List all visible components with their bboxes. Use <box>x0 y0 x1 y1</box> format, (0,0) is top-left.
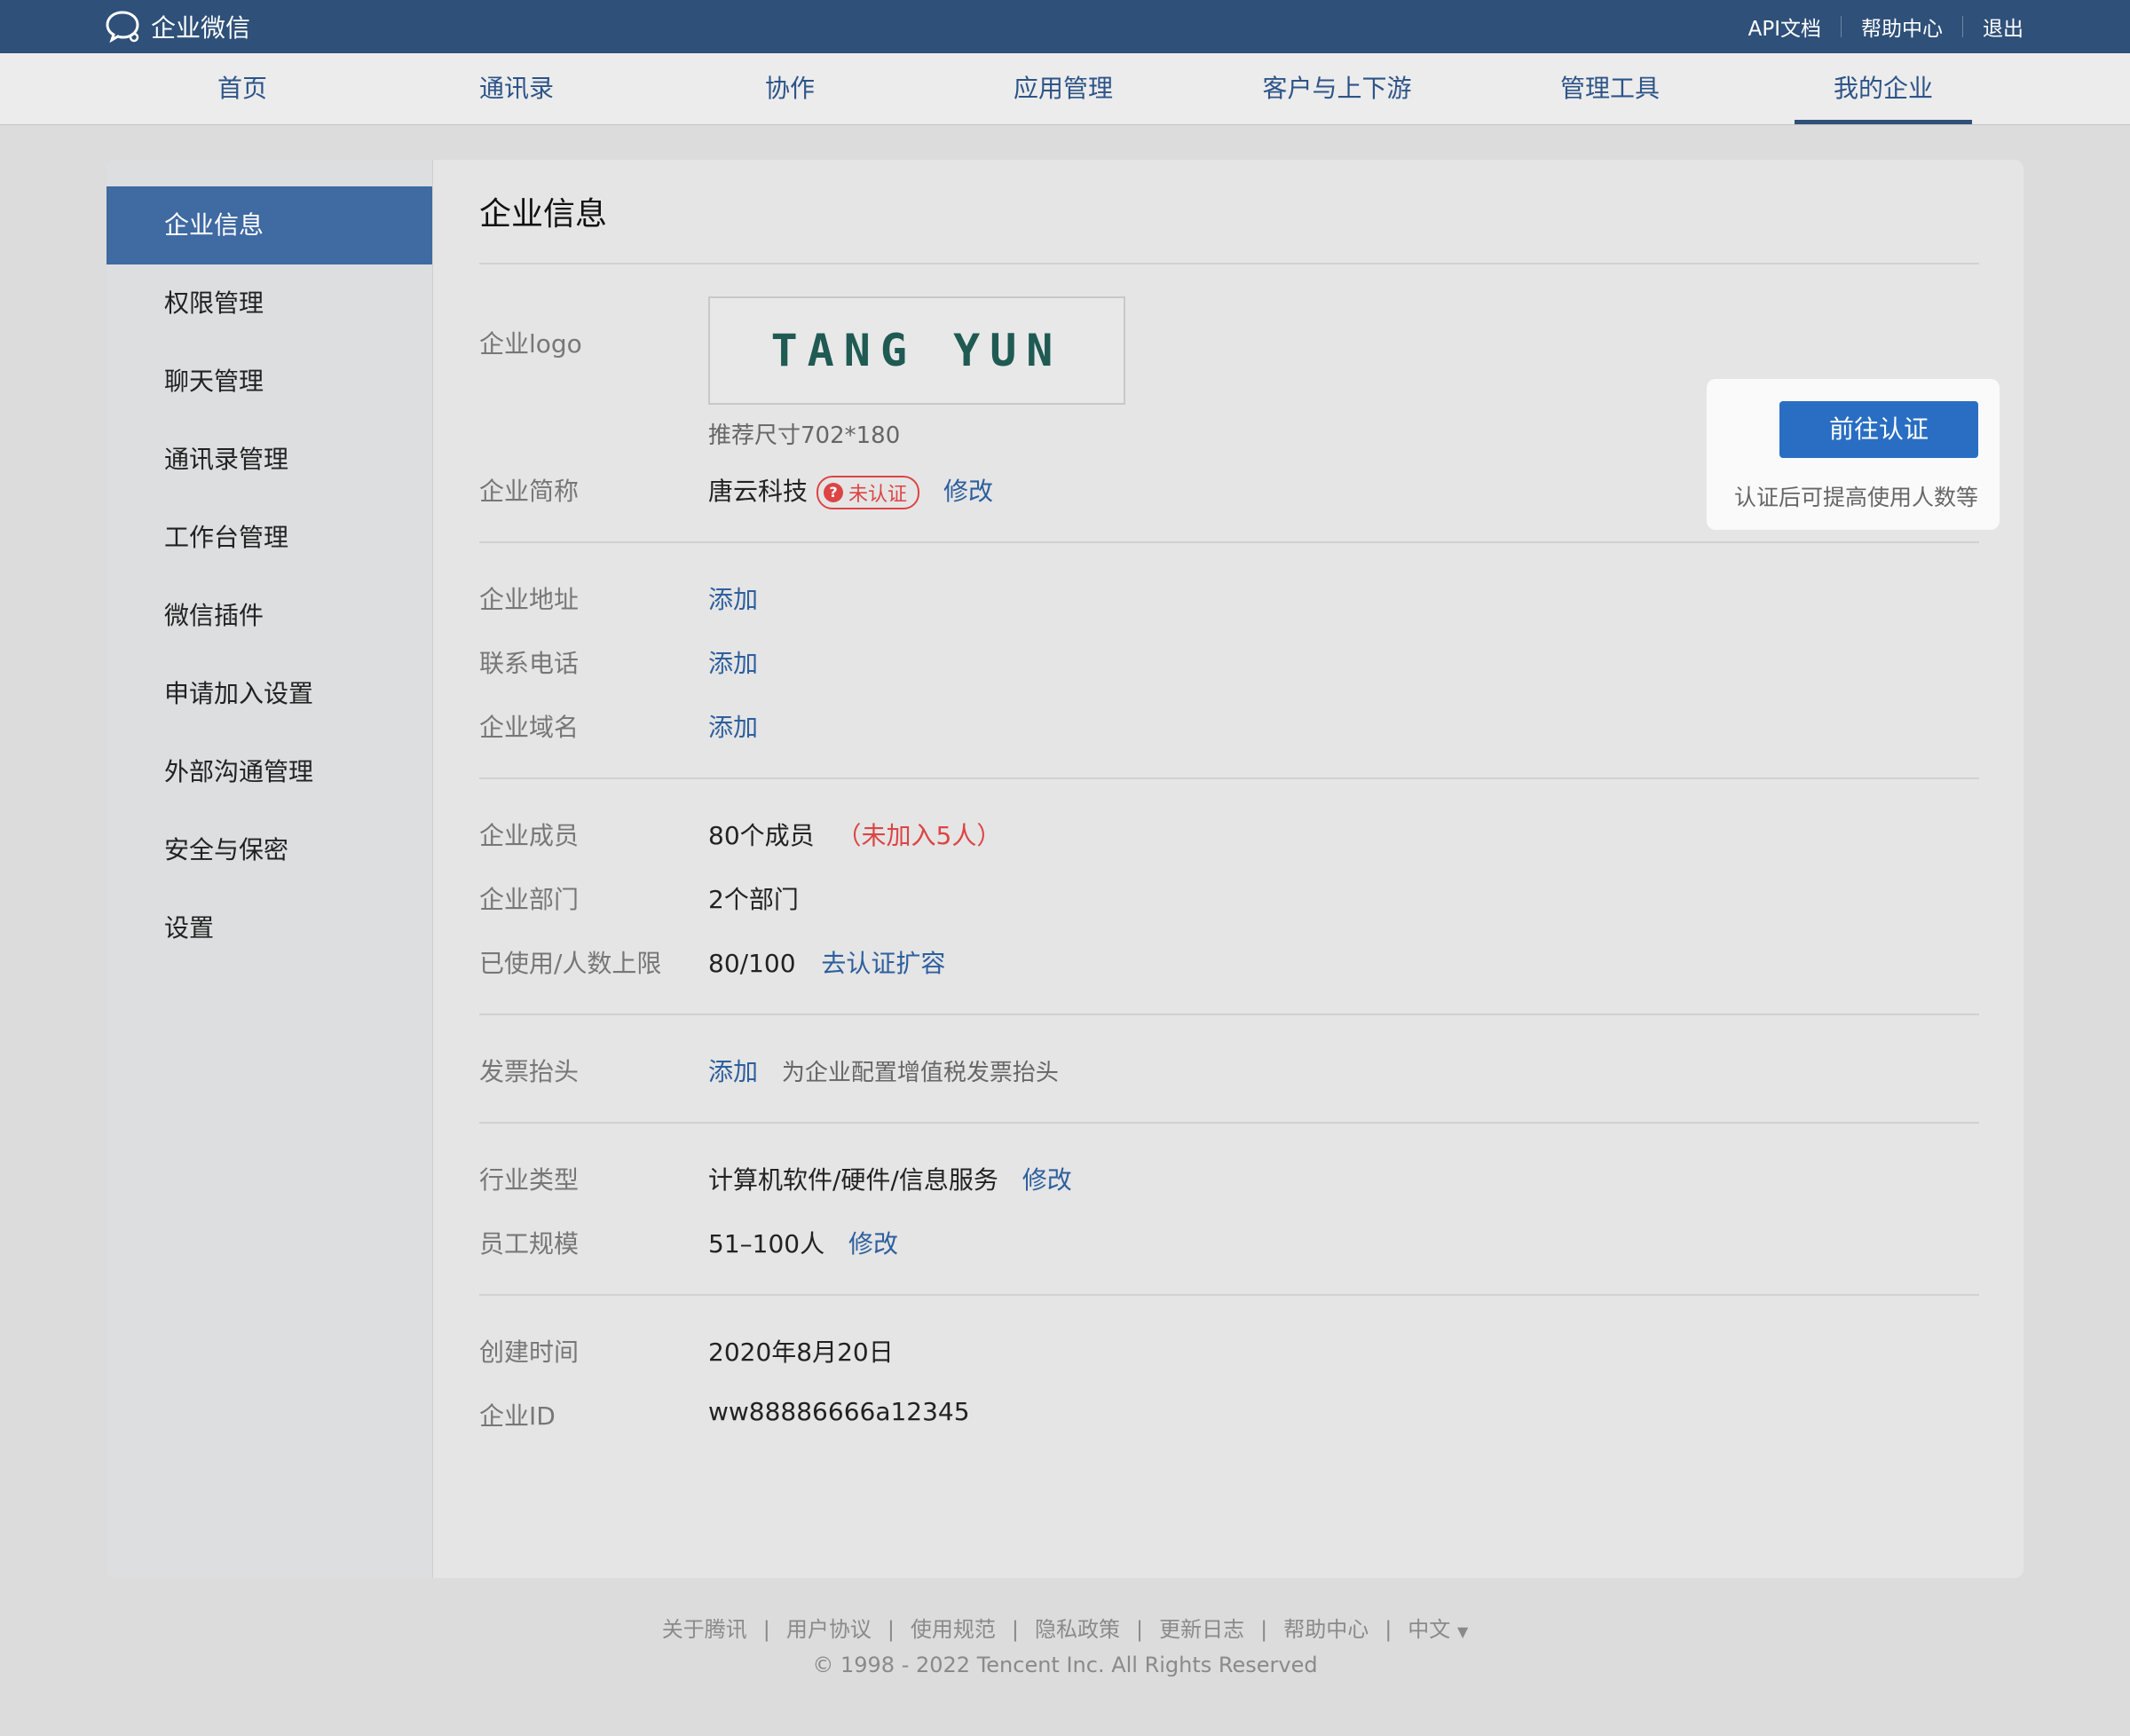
scale-row: 51–100人 修改 <box>708 1225 898 1260</box>
short-name-value: 唐云科技 <box>708 477 809 506</box>
copyright: © 1998 - 2022 Tencent Inc. All Rights Re… <box>812 1653 1318 1677</box>
divider: | <box>1011 1617 1020 1642</box>
edit-industry-link[interactable]: 修改 <box>1022 1165 1072 1195</box>
brand[interactable]: 企业微信 <box>105 0 250 53</box>
created-label: 创建时间 <box>479 1338 580 1367</box>
enterprise-logo[interactable]: TANG YUN <box>708 296 1125 405</box>
tab-contacts[interactable]: 通讯录 <box>463 53 570 124</box>
sidebar-item-security[interactable]: 安全与保密 <box>106 811 432 889</box>
unverified-badge[interactable]: ? 未认证 <box>816 476 920 509</box>
footer-links: 关于腾讯 | 用户协议 | 使用规范 | 隐私政策 | 更新日志 | 帮助中心 | 中文 ▼ <box>0 1612 2130 1643</box>
add-domain-link[interactable]: 添加 <box>708 708 758 744</box>
certification-note: 认证后可提高使用人数等 <box>1733 485 1978 510</box>
footer-link-usage-rules[interactable]: 使用规范 <box>911 1617 996 1642</box>
created-value: 2020年8月20日 <box>708 1338 894 1367</box>
help-center-link[interactable]: 帮助中心 <box>1861 12 1943 42</box>
divider: | <box>1260 1617 1268 1642</box>
address-label: 企业地址 <box>479 585 580 614</box>
divider <box>479 1294 1979 1296</box>
divider <box>479 263 1979 264</box>
brand-name: 企业微信 <box>151 13 251 43</box>
logout-link[interactable]: 退出 <box>1983 12 2024 42</box>
caret-down-icon: ▼ <box>1456 1623 1469 1640</box>
certification-card: 前往认证 认证后可提高使用人数等 <box>1707 379 2000 530</box>
members-label: 企业成员 <box>479 821 580 850</box>
sidebar-item-external-communication[interactable]: 外部沟通管理 <box>106 733 432 811</box>
sidebar-item-contacts-management[interactable]: 通讯录管理 <box>106 421 432 499</box>
industry-label: 行业类型 <box>479 1165 580 1195</box>
go-certify-button[interactable]: 前往认证 <box>1779 401 1978 458</box>
api-docs-link[interactable]: API文档 <box>1748 12 1821 42</box>
short-name-label: 企业简称 <box>479 477 580 506</box>
sidebar-item-permissions[interactable]: 权限管理 <box>106 264 432 343</box>
sidebar-item-chat-management[interactable]: 聊天管理 <box>106 343 432 421</box>
sidebar-item-wechat-plugin[interactable]: 微信插件 <box>106 577 432 655</box>
divider: | <box>887 1617 895 1642</box>
add-invoice-link[interactable]: 添加 <box>708 1057 758 1086</box>
divider <box>479 541 1979 543</box>
scale-label: 员工规模 <box>479 1229 580 1259</box>
invoice-label: 发票抬头 <box>479 1057 580 1086</box>
divider <box>1962 16 1963 37</box>
phone-label: 联系电话 <box>479 649 580 678</box>
footer-link-privacy[interactable]: 隐私政策 <box>1035 1617 1120 1642</box>
tab-collaboration[interactable]: 协作 <box>737 53 843 124</box>
footer-link-about[interactable]: 关于腾讯 <box>662 1617 747 1642</box>
divider: | <box>1384 1617 1392 1642</box>
tab-customers[interactable]: 客户与上下游 <box>1255 53 1419 124</box>
edit-scale-link[interactable]: 修改 <box>848 1229 898 1259</box>
main-panel: 企业信息 权限管理 聊天管理 通讯录管理 工作台管理 微信插件 申请加入设置 外… <box>106 160 2024 1578</box>
invoice-row: 添加 为企业配置增值税发票抬头 <box>708 1053 1059 1088</box>
usage-value: 80/100 <box>708 949 796 978</box>
language-label: 中文 <box>1408 1617 1451 1642</box>
corp-id-label: 企业ID <box>479 1401 556 1431</box>
departments-count: 2个部门 <box>708 885 799 914</box>
top-bar: 企业微信 API文档 帮助中心 退出 <box>0 0 2130 53</box>
divider: | <box>762 1617 770 1642</box>
industry-row: 计算机软件/硬件/信息服务 修改 <box>708 1161 1072 1196</box>
tab-home[interactable]: 首页 <box>189 53 296 124</box>
sidebar-item-settings[interactable]: 设置 <box>106 889 432 967</box>
language-select[interactable]: 中文 ▼ <box>1408 1617 1468 1642</box>
divider: | <box>1136 1617 1144 1642</box>
divider <box>479 777 1979 779</box>
sidebar-item-workbench[interactable]: 工作台管理 <box>106 499 432 577</box>
main-nav: 首页 通讯录 协作 应用管理 客户与上下游 管理工具 我的企业 <box>0 53 2130 125</box>
upgrade-capacity-link[interactable]: 去认证扩容 <box>821 949 945 978</box>
members-row: 80个成员 （未加入5人） <box>708 817 1001 852</box>
tab-app-management[interactable]: 应用管理 <box>1001 53 1125 124</box>
invoice-hint: 为企业配置增值税发票抬头 <box>781 1060 1059 1086</box>
wecom-logo-icon <box>106 11 139 43</box>
page-title: 企业信息 <box>479 196 608 233</box>
domain-label: 企业域名 <box>479 713 580 742</box>
footer-link-changelog[interactable]: 更新日志 <box>1159 1617 1244 1642</box>
badge-label: 未认证 <box>848 484 908 506</box>
scale-value: 51–100人 <box>708 1229 825 1259</box>
divider <box>479 1122 1979 1124</box>
corp-id-value: ww88886666a12345 <box>708 1397 970 1426</box>
footer-link-user-agreement[interactable]: 用户协议 <box>786 1617 872 1642</box>
industry-value: 计算机软件/硬件/信息服务 <box>708 1165 998 1195</box>
sidebar-item-enterprise-info[interactable]: 企业信息 <box>106 186 432 264</box>
sidebar-item-join-settings[interactable]: 申请加入设置 <box>106 655 432 733</box>
top-links: API文档 帮助中心 退出 <box>1748 0 2024 53</box>
tab-my-enterprise[interactable]: 我的企业 <box>1795 53 1972 124</box>
departments-label: 企业部门 <box>479 885 580 914</box>
footer-link-help[interactable]: 帮助中心 <box>1283 1617 1369 1642</box>
logo-size-hint: 推荐尺寸702*180 <box>708 422 901 449</box>
divider <box>1841 16 1842 37</box>
add-phone-link[interactable]: 添加 <box>708 644 758 680</box>
members-not-joined[interactable]: （未加入5人） <box>837 821 1002 850</box>
logo-label: 企业logo <box>479 329 582 359</box>
divider <box>479 1014 1979 1015</box>
members-count: 80个成员 <box>708 821 815 850</box>
usage-label: 已使用/人数上限 <box>479 949 662 978</box>
question-icon: ? <box>824 483 844 502</box>
usage-row: 80/100 去认证扩容 <box>708 944 945 980</box>
sidebar: 企业信息 权限管理 聊天管理 通讯录管理 工作台管理 微信插件 申请加入设置 外… <box>106 160 433 1578</box>
add-address-link[interactable]: 添加 <box>708 580 758 616</box>
edit-short-name-link[interactable]: 修改 <box>943 477 993 506</box>
short-name-row: 唐云科技? 未认证 修改 <box>708 472 993 509</box>
tab-tools[interactable]: 管理工具 <box>1548 53 1672 124</box>
